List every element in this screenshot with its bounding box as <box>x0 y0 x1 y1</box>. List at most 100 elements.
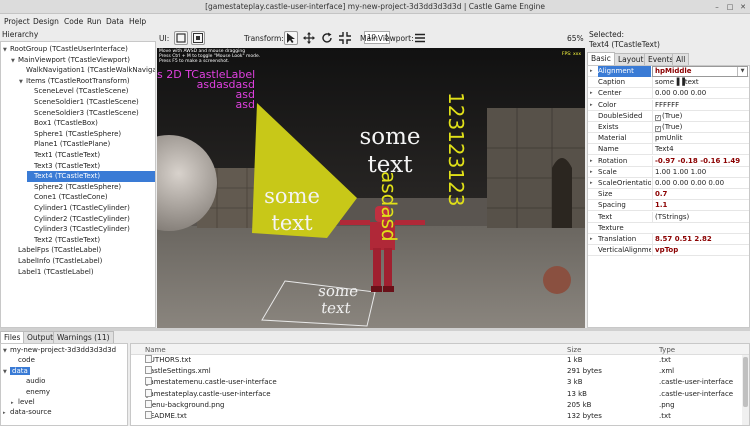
property-value-cell[interactable]: -0.97 -0.18 -0.16 1.49 <box>652 155 748 167</box>
chevron-down-icon[interactable]: ▼ <box>737 67 747 76</box>
hierarchy-item[interactable]: Cylinder2 (TCastleCylinder) <box>27 214 155 225</box>
property-row[interactable]: ▸ Translation 8.57 0.51 2.82 <box>588 234 749 245</box>
hierarchy-item[interactable]: ▼ MainViewport (TCastleViewport) <box>11 55 155 66</box>
maximize-button[interactable]: □ <box>725 2 735 12</box>
expand-toggle-icon[interactable]: ▸ <box>3 408 10 419</box>
property-value-cell[interactable]: ✓ (True) <box>652 110 748 122</box>
close-button[interactable]: ✕ <box>738 2 748 12</box>
property-row[interactable]: ▸ Scale 1.00 1.00 1.00 <box>588 166 749 178</box>
expand-toggle-icon[interactable]: ▼ <box>11 56 18 67</box>
hierarchy-item[interactable]: SceneLevel (TCastleScene) <box>27 86 155 97</box>
tab-basic[interactable]: Basic <box>587 52 615 65</box>
folder-item[interactable]: code <box>11 355 35 366</box>
file-row[interactable]: README.txt 132 bytes .txt <box>131 411 749 421</box>
property-value-cell[interactable]: 0.00 0.00 0.00 <box>652 88 748 100</box>
hierarchy-tree[interactable]: ▼ RootGroup (TCastleUserInterface) ▼ MainVi… <box>0 41 156 328</box>
menu-code[interactable]: Code <box>64 17 83 26</box>
expand-toggle-icon[interactable]: ▼ <box>19 77 26 88</box>
hierarchy-item[interactable]: Cylinder1 (TCastleCylinder) <box>27 203 155 214</box>
property-row[interactable]: ▸ ScaleOrientatio 0.00 0.00 0.00 0.00 <box>588 178 749 189</box>
property-value-cell[interactable]: 1.00 1.00 1.00 <box>652 166 748 178</box>
property-value-cell[interactable]: 0.7 <box>652 189 748 201</box>
property-value-cell[interactable]: 1.1 <box>652 200 748 212</box>
files-tree[interactable]: ▼ my-new-project-3d3dd3d3d3d code ▼ data audi… <box>0 343 128 426</box>
hierarchy-item[interactable]: LabelInfo (TCastleLabel) <box>11 256 155 267</box>
property-row[interactable]: ▸ Color FFFFFF <box>588 99 749 111</box>
property-row[interactable]: Name Text4 <box>588 144 749 156</box>
select-rect-button[interactable] <box>174 31 188 45</box>
property-row[interactable]: ▸ Rotation -0.97 -0.18 -0.16 1.49 <box>588 155 749 167</box>
select-transform-button[interactable] <box>284 31 298 45</box>
property-row[interactable]: Caption some▐▐text <box>588 77 749 89</box>
hierarchy-item[interactable]: Cone1 (TCastleCone) <box>27 192 155 203</box>
property-row[interactable]: DoubleSided ✓ (True) <box>588 110 749 122</box>
expand-arrow-icon[interactable]: ▸ <box>590 66 593 77</box>
hierarchy-item[interactable]: Sphere2 (TCastleSphere) <box>27 182 155 193</box>
files-list[interactable]: Name Size Type AUTHORS.txt 1 kB .txt Castle… <box>130 343 750 426</box>
hierarchy-item[interactable]: WalkNavigation1 (TCastleWalkNavigat <box>19 65 155 76</box>
main-viewport[interactable]: Move with AWSD and mouse dragging Press … <box>157 48 585 328</box>
checkbox[interactable]: ✓ <box>655 114 661 121</box>
property-row[interactable]: ▸ Center 0.00 0.00 0.00 <box>588 88 749 100</box>
property-row[interactable]: Exists ✓ (True) <box>588 122 749 133</box>
hierarchy-item[interactable]: Sphere1 (TCastleSphere) <box>27 129 155 140</box>
hierarchy-item[interactable]: Text1 (TCastleText) <box>27 150 155 161</box>
col-size[interactable]: Size <box>567 346 581 354</box>
hierarchy-item[interactable]: Text2 (TCastleText) <box>27 235 155 246</box>
property-value-cell[interactable]: pmUnlit <box>652 133 748 145</box>
file-row[interactable]: AUTHORS.txt 1 kB .txt <box>131 355 749 365</box>
property-row[interactable]: Texture <box>588 223 749 234</box>
hierarchy-item[interactable]: Cylinder3 (TCastleCylinder) <box>27 224 155 235</box>
checkbox[interactable]: ✓ <box>655 126 661 132</box>
rotate-button[interactable] <box>320 31 334 45</box>
hierarchy-item[interactable]: Label1 (TCastleLabel) <box>11 267 155 278</box>
tab-warnings[interactable]: Warnings (11) <box>53 331 114 343</box>
property-row[interactable]: Text (TStrings) <box>588 211 749 223</box>
folder-item[interactable]: ▼ data <box>3 366 30 377</box>
file-row[interactable]: gamestateplay.castle-user-interface 13 kB… <box>131 388 749 399</box>
property-value-cell[interactable]: (TStrings) <box>652 211 748 223</box>
menu-run[interactable]: Run <box>87 17 101 26</box>
menu-design[interactable]: Design <box>33 17 59 26</box>
expand-toggle-icon[interactable]: ▼ <box>3 367 10 378</box>
property-value-cell[interactable]: ✓ (True) <box>652 122 748 133</box>
property-value-cell[interactable]: 8.57 0.51 2.82 <box>652 234 748 245</box>
folder-item[interactable]: ▸ level <box>11 397 35 408</box>
property-row[interactable]: ▸ Alignment hpMiddle ▼ <box>588 66 749 77</box>
folder-item[interactable]: audio <box>19 376 45 387</box>
hierarchy-item[interactable]: SceneSoldier3 (TCastleScene) <box>27 108 155 119</box>
expand-arrow-icon[interactable]: ▸ <box>590 167 593 178</box>
hierarchy-item[interactable]: ▼ Items (TCastleRootTransform) <box>19 76 155 87</box>
folder-item[interactable]: ▸ data-source <box>3 407 52 418</box>
property-value-cell[interactable]: 0.00 0.00 0.00 0.00 <box>652 178 748 189</box>
hierarchy-item[interactable]: Text4 (TCastleText) <box>27 171 155 182</box>
file-row[interactable]: CastleSettings.xml 291 bytes .xml <box>131 366 749 376</box>
hierarchy-item[interactable]: Box1 (TCastleBox) <box>27 118 155 129</box>
expand-arrow-icon[interactable]: ▸ <box>590 88 593 99</box>
hierarchy-item[interactable]: SceneSoldier1 (TCastleScene) <box>27 97 155 108</box>
col-name[interactable]: Name <box>145 346 166 354</box>
menu-project[interactable]: Project <box>4 17 30 26</box>
expand-toggle-icon[interactable]: ▼ <box>3 346 10 357</box>
expand-arrow-icon[interactable]: ▸ <box>590 100 593 111</box>
minimize-button[interactable]: – <box>712 2 722 12</box>
property-row[interactable]: VerticalAlignme vpTop <box>588 245 749 257</box>
property-row[interactable]: Size 0.7 <box>588 189 749 201</box>
expand-arrow-icon[interactable]: ▸ <box>590 156 593 167</box>
folder-item[interactable]: ▼ my-new-project-3d3dd3d3d3d <box>3 345 116 356</box>
menu-data[interactable]: Data <box>106 17 124 26</box>
translate-button[interactable] <box>302 31 316 45</box>
property-row[interactable]: Material pmUnlit <box>588 133 749 145</box>
hierarchy-item[interactable]: ▼ RootGroup (TCastleUserInterface) <box>3 44 155 55</box>
expand-toggle-icon[interactable]: ▼ <box>3 45 10 56</box>
scale-button[interactable] <box>338 31 352 45</box>
property-value-cell[interactable]: Text4 <box>652 144 748 156</box>
tab-all[interactable]: All <box>672 53 690 65</box>
hierarchy-item[interactable]: LabelFps (TCastleLabel) <box>11 245 155 256</box>
property-value-cell[interactable]: some▐▐text <box>652 77 748 89</box>
file-row[interactable]: gamestatemenu.castle-user-interface 3 kB.… <box>131 377 749 387</box>
tab-layout[interactable]: Layout <box>614 53 648 65</box>
tab-output[interactable]: Output <box>23 331 58 343</box>
expand-arrow-icon[interactable]: ▸ <box>590 178 593 189</box>
resize-ui-button[interactable] <box>191 31 205 45</box>
